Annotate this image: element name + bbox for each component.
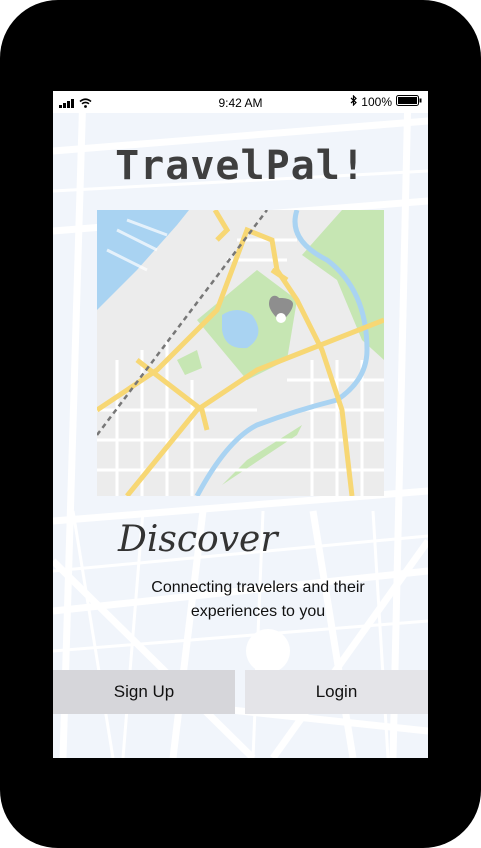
status-bar: 9:42 AM 100% bbox=[53, 91, 428, 113]
phone-frame: 9:42 AM 100% TravelPal! Discover Connect… bbox=[0, 0, 481, 848]
login-button[interactable]: Login bbox=[245, 670, 428, 714]
app-screen: 9:42 AM 100% TravelPal! Discover Connect… bbox=[53, 91, 428, 758]
app-title: TravelPal! bbox=[115, 143, 366, 189]
bluetooth-icon bbox=[350, 94, 358, 109]
discover-heading: Discover bbox=[118, 519, 278, 560]
map-illustration bbox=[97, 210, 384, 496]
login-label: Login bbox=[315, 682, 358, 701]
battery-icon bbox=[396, 95, 422, 109]
tagline: Connecting travelers and their experienc… bbox=[151, 579, 365, 620]
sign-up-label: Sign Up bbox=[113, 682, 175, 701]
battery-percent: 100% bbox=[361, 95, 392, 109]
sign-up-button[interactable]: Sign Up bbox=[53, 670, 235, 714]
